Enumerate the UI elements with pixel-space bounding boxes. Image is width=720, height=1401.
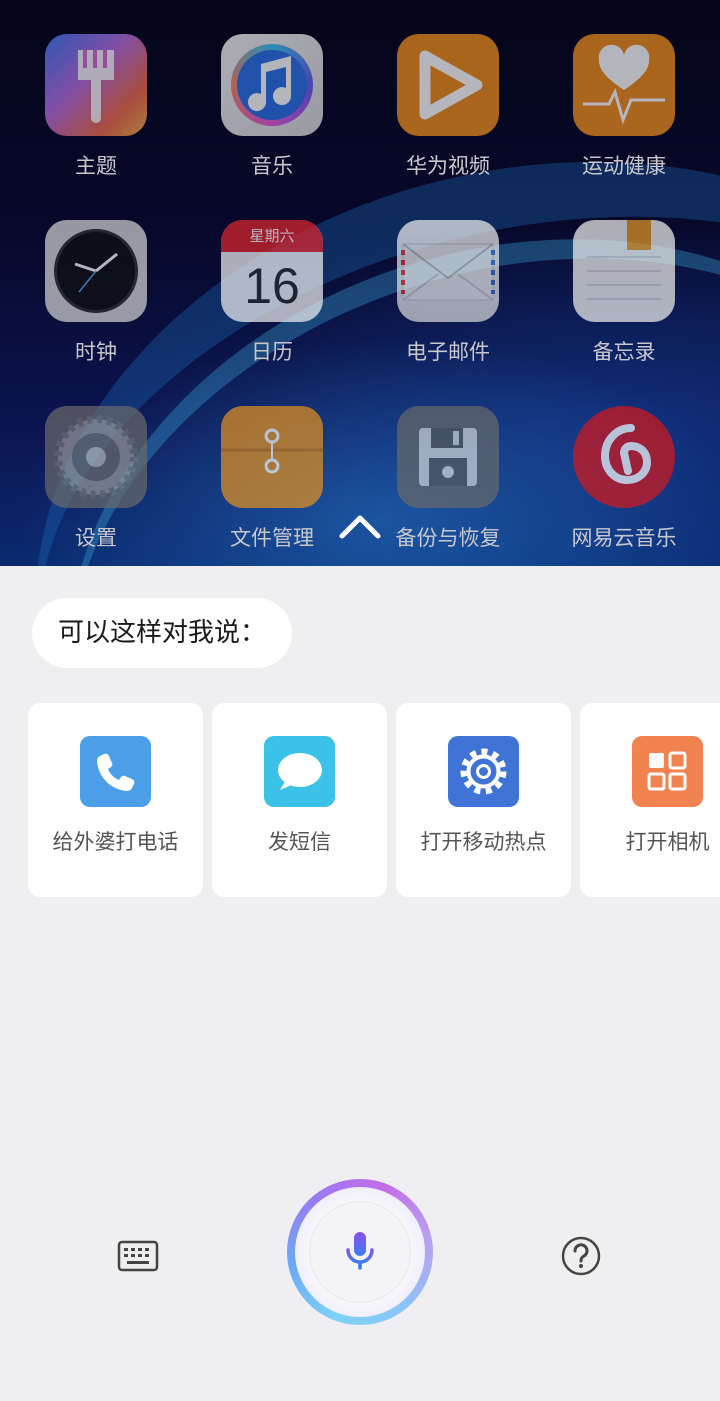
suggestion-card-open-camera[interactable]: 打开相机: [580, 703, 720, 897]
gear-icon: [45, 406, 147, 508]
question-mark-icon[interactable]: [556, 1231, 606, 1281]
app-huawei-video[interactable]: 华为视频: [360, 0, 536, 186]
app-netease-music[interactable]: 网易云音乐: [536, 372, 712, 558]
app-theme[interactable]: 主题: [8, 0, 184, 186]
app-music[interactable]: 音乐: [184, 0, 360, 186]
chevron-up-icon[interactable]: [338, 510, 382, 542]
home-screen: 主题 音乐 华为视频 运动健康 时钟 星期六 16 日历 电子邮件 备忘录 设置…: [0, 0, 720, 566]
app-label: 华为视频: [406, 154, 490, 178]
suggestion-label: 发短信: [268, 830, 331, 854]
app-health[interactable]: 运动健康: [536, 0, 712, 186]
app-memo[interactable]: 备忘录: [536, 186, 712, 372]
app-clock[interactable]: 时钟: [8, 186, 184, 372]
netease-music-icon: [573, 406, 675, 508]
suggestion-label: 给外婆打电话: [52, 830, 179, 854]
app-settings[interactable]: 设置: [8, 372, 184, 558]
calendar-weekday: 星期六: [221, 220, 323, 252]
calendar-icon: 星期六 16: [221, 220, 323, 322]
app-calendar[interactable]: 星期六 16 日历: [184, 186, 360, 372]
app-label: 备份与恢复: [395, 526, 501, 550]
app-label: 设置: [75, 526, 117, 550]
app-backup[interactable]: 备份与恢复: [360, 372, 536, 558]
folder-icon: [221, 406, 323, 508]
mail-envelope-icon: [397, 220, 499, 322]
suggestion-card-hotspot[interactable]: 打开移动热点: [396, 703, 571, 897]
suggestion-card-send-sms[interactable]: 发短信: [212, 703, 387, 897]
app-label: 电子邮件: [406, 340, 490, 364]
app-label: 运动健康: [582, 154, 666, 178]
floppy-disk-icon: [397, 406, 499, 508]
app-label: 主题: [75, 154, 117, 178]
microphone-icon: [346, 1232, 374, 1270]
app-label: 网易云音乐: [571, 526, 677, 550]
video-play-icon: [397, 34, 499, 136]
hotspot-gear-icon: [448, 736, 519, 807]
app-label: 文件管理: [230, 526, 314, 550]
microphone-button[interactable]: [287, 1179, 433, 1325]
calendar-day: 16: [244, 258, 300, 314]
app-label: 日历: [251, 340, 293, 364]
suggestion-label: 打开移动热点: [420, 830, 547, 854]
app-label: 音乐: [251, 154, 293, 178]
clock-icon: [45, 220, 147, 322]
music-note-icon: [221, 34, 323, 136]
memo-notepad-icon: [573, 220, 675, 322]
apps-grid-icon: [632, 736, 703, 807]
suggestion-label: 打开相机: [625, 830, 710, 854]
prompt-bubble: 可以这样对我说：: [32, 598, 293, 668]
keyboard-icon[interactable]: [108, 1231, 168, 1281]
assistant-bottom-bar: [0, 1176, 720, 1326]
app-label: 备忘录: [592, 340, 656, 364]
message-bubble-icon: [264, 736, 335, 807]
app-file-manager[interactable]: 文件管理: [184, 372, 360, 558]
heart-pulse-icon: [573, 34, 675, 136]
voice-assistant-panel: 可以这样对我说： 给外婆打电话 发短信 打开移动热点 打开相机: [0, 566, 720, 1401]
app-email[interactable]: 电子邮件: [360, 186, 536, 372]
phone-icon: [80, 736, 151, 807]
suggestion-list[interactable]: 给外婆打电话 发短信 打开移动热点 打开相机: [28, 703, 720, 897]
suggestion-card-call-grandma[interactable]: 给外婆打电话: [28, 703, 203, 897]
theme-brush-icon: [45, 34, 147, 136]
app-label: 时钟: [75, 340, 117, 364]
